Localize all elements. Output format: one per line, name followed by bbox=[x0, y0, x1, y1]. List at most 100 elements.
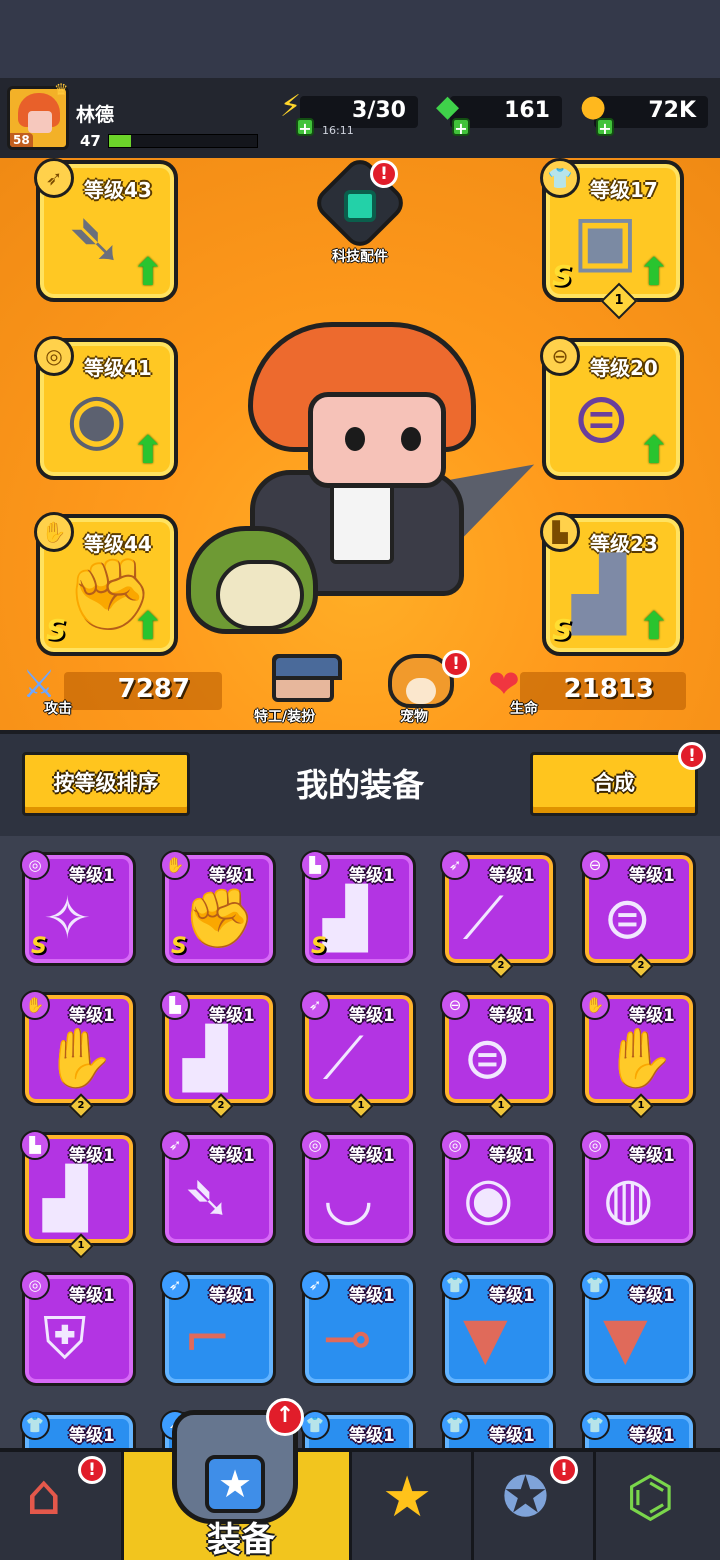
star-swords-icon: ★ bbox=[382, 1465, 433, 1530]
armor-type-icon: 👕 bbox=[580, 1410, 610, 1440]
equipped-gloves-slot[interactable]: ✋ 等级44 ✊ S ⬆ bbox=[34, 512, 178, 656]
rank-badge: S bbox=[552, 613, 573, 646]
revolver-icon: ⌐ bbox=[183, 1304, 232, 1372]
sort-by-level-button[interactable]: 按等级排序 bbox=[22, 752, 190, 816]
armor-type-icon: 👕 bbox=[440, 1270, 470, 1300]
avatar-level: 58 bbox=[10, 133, 33, 147]
belt-type-icon: ⊖ bbox=[580, 850, 610, 880]
armor-type-icon: 👕 bbox=[300, 1410, 330, 1440]
attack-value: 7287 bbox=[117, 674, 190, 704]
inventory-item[interactable]: ◎ 等级1 ◍ bbox=[580, 1130, 696, 1246]
vest-icon: ▼ bbox=[603, 1304, 648, 1372]
agent-label[interactable]: 特工/装扮 bbox=[254, 706, 315, 726]
upgrade-arrow-icon: ⬆ bbox=[638, 428, 670, 472]
nav-tab-talents[interactable]: ★ bbox=[352, 1452, 474, 1560]
hero-eye bbox=[401, 427, 421, 451]
boots-type-icon: ▙ bbox=[160, 990, 190, 1020]
equipped-armor-slot[interactable]: 👕 等级17 ▣ S ⬆ 1 bbox=[540, 158, 684, 320]
add-gems-button[interactable]: + bbox=[452, 118, 470, 138]
armor-type-icon: 👕 bbox=[20, 1410, 50, 1440]
equipped-necklace-slot[interactable]: ◎ 等级41 ◉ ⬆ bbox=[34, 336, 178, 480]
rank-badge: S bbox=[552, 259, 573, 292]
item-level: 等级1 bbox=[629, 1426, 675, 1446]
inventory-item[interactable]: 👕 等级1 bbox=[300, 1410, 416, 1448]
nav-equipment-label: 装备 bbox=[207, 1520, 275, 1560]
pet-label[interactable]: 宠物 bbox=[400, 706, 428, 726]
star-count-badge: 1 bbox=[628, 1093, 654, 1119]
shotgun-icon: ⊸ bbox=[323, 1304, 372, 1372]
inventory-item[interactable]: ⊖ 等级1 ⊜ 2 bbox=[580, 850, 696, 979]
attack-label: 攻击 bbox=[44, 701, 72, 717]
necklace-type-icon: ◎ bbox=[34, 336, 74, 376]
add-energy-button[interactable]: + bbox=[296, 118, 314, 138]
inventory-item[interactable]: ◎ 等级1 ◉ bbox=[440, 1130, 556, 1246]
rank-badge: S bbox=[171, 934, 187, 959]
rank-badge: S bbox=[311, 934, 327, 959]
star-orb-icon: ✪ bbox=[502, 1465, 549, 1530]
inventory-item[interactable]: ➶ 等级1 ⌐ bbox=[160, 1270, 276, 1386]
rank-badge: S bbox=[31, 934, 47, 959]
gauntlet-icon: ✊ bbox=[183, 884, 256, 952]
boots-icon: ▟ bbox=[183, 1024, 228, 1092]
inventory-item[interactable]: 👕等级1▼ bbox=[20, 1410, 136, 1448]
inventory-item[interactable]: 👕 等级1 bbox=[580, 1410, 696, 1448]
tech-alert-badge: ! bbox=[370, 160, 398, 188]
equipped-boots-slot[interactable]: ▙ 等级23 ▟ S ⬆ bbox=[540, 512, 684, 656]
add-coins-button[interactable]: + bbox=[596, 118, 614, 138]
inventory-item[interactable]: 👕等级1▼ bbox=[440, 1270, 556, 1386]
inventory-item[interactable]: 👕等级1▼ bbox=[580, 1270, 696, 1386]
inventory-title: 我的装备 bbox=[295, 766, 424, 804]
inventory-item[interactable]: ✋ 等级1 ✋ 1 bbox=[580, 990, 696, 1119]
inventory-item[interactable]: ▙ 等级1 ▟ S bbox=[300, 850, 416, 966]
agent-icon[interactable] bbox=[272, 654, 342, 702]
dna-capsule-icon: ⌬ bbox=[626, 1465, 675, 1530]
bat-icon: ⟋ bbox=[463, 884, 504, 952]
pet-alert-badge: ! bbox=[442, 650, 470, 678]
inventory-item[interactable]: ➶ 等级1 ⟋ 1 bbox=[300, 990, 416, 1119]
bat-icon: ⟋ bbox=[323, 1024, 364, 1092]
weapon-type-icon: ➶ bbox=[300, 1270, 330, 1300]
nav-tab-lab[interactable]: ⌬ bbox=[596, 1452, 720, 1560]
merge-button[interactable]: 合成 bbox=[530, 752, 698, 816]
weapon-type-icon: ➶ bbox=[160, 1130, 190, 1160]
equipped-weapon-slot[interactable]: ➶ 等级43 ➴ ⬆ bbox=[34, 158, 178, 302]
inventory-item[interactable]: ◎ 等级1 ◡ bbox=[300, 1130, 416, 1246]
upgrade-arrow-icon: ⬆ bbox=[132, 250, 164, 294]
badge-icon: ⛨ bbox=[43, 1304, 87, 1372]
crown-icon: ♛ bbox=[54, 80, 69, 99]
boots-icon: ▟ bbox=[572, 553, 626, 635]
belt-type-icon: ⊖ bbox=[540, 336, 580, 376]
inventory-item[interactable]: ◎ 等级1 ⛨ bbox=[20, 1270, 136, 1386]
hero-face bbox=[308, 392, 446, 488]
upgrade-arrow-icon: ⬆ bbox=[132, 428, 164, 472]
equipped-belt-slot[interactable]: ⊖ 等级20 ⊜ ⬆ bbox=[540, 336, 684, 480]
hero-eye bbox=[345, 427, 365, 451]
spiked-collar-icon: ◉ bbox=[463, 1164, 514, 1232]
armor-type-icon: 👕 bbox=[440, 1410, 470, 1440]
inventory-item[interactable]: ▙ 等级1 ▟ 1 bbox=[20, 1130, 136, 1259]
hero-shirt bbox=[330, 480, 394, 564]
coins-value: 72K bbox=[648, 98, 696, 123]
health-value: 21813 bbox=[563, 674, 654, 704]
inventory-item[interactable]: ✋ 等级1 ✊ S bbox=[160, 850, 276, 966]
inventory-item[interactable]: ➶ 等级1 ➴ bbox=[160, 1130, 276, 1246]
xp-bar bbox=[108, 134, 258, 148]
gloves-type-icon: ✋ bbox=[20, 990, 50, 1020]
weapon-type-icon: ➶ bbox=[34, 158, 74, 198]
star-count-badge: 2 bbox=[208, 1093, 234, 1119]
inventory-item[interactable]: ⊖ 等级1 ⊜ 1 bbox=[440, 990, 556, 1119]
inventory-item[interactable]: ▙ 等级1 ▟ 2 bbox=[160, 990, 276, 1119]
gloves-type-icon: ✋ bbox=[580, 990, 610, 1020]
star-count-badge: 1 bbox=[488, 1093, 514, 1119]
boots-type-icon: ▙ bbox=[20, 1130, 50, 1160]
inventory-item[interactable]: 👕 等级1 bbox=[440, 1410, 556, 1448]
inventory-item[interactable]: ➶ 等级1 ⊸ bbox=[300, 1270, 416, 1386]
spiked-collar-icon: ◉ bbox=[66, 377, 128, 459]
attack-stat: 7287 bbox=[64, 672, 222, 710]
upgrade-arrow-icon: ⬆ bbox=[132, 604, 164, 648]
star-count-badge: 1 bbox=[68, 1233, 94, 1259]
inventory-item[interactable]: ✋ 等级1 ✋ 2 bbox=[20, 990, 136, 1119]
inventory-item[interactable]: ◎ 等级1 ✧ S bbox=[20, 850, 136, 966]
energy-counter[interactable]: 3/30 bbox=[300, 96, 418, 128]
inventory-item[interactable]: ➶ 等级1 ⟋ 2 bbox=[440, 850, 556, 979]
